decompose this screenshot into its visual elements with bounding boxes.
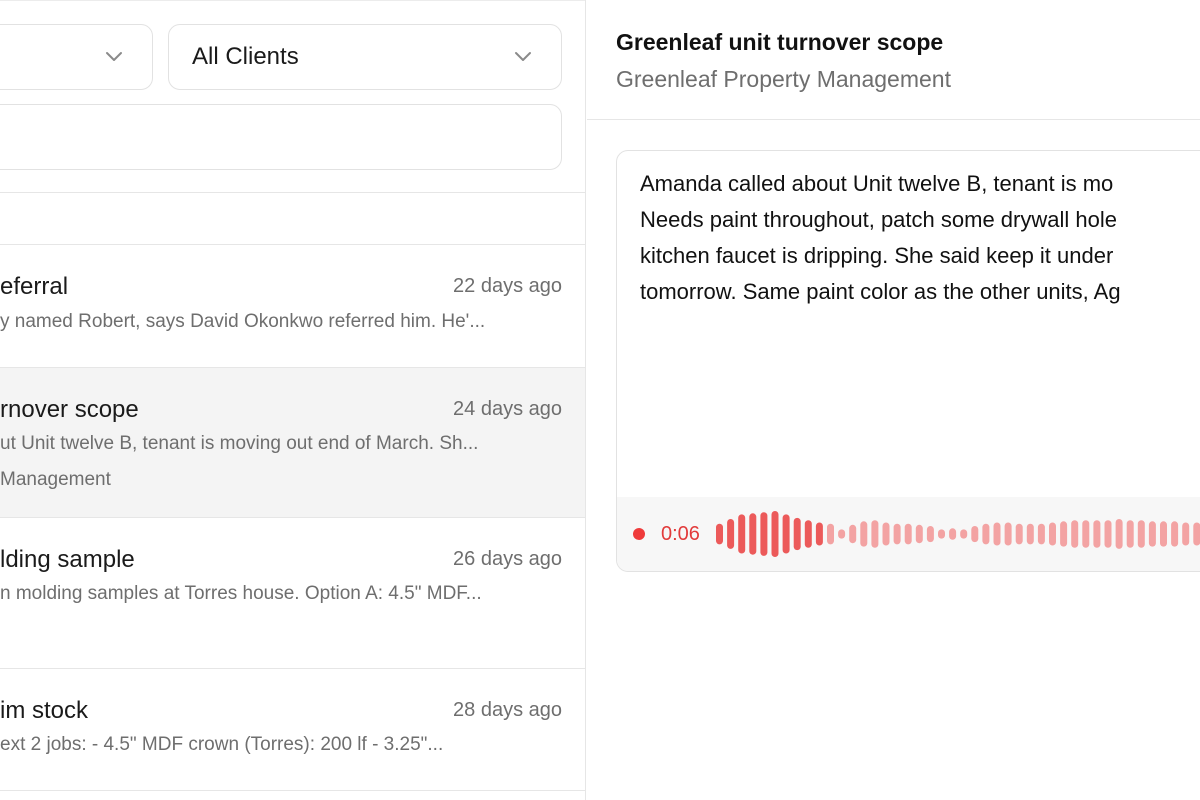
waveform-bar xyxy=(1048,522,1056,546)
filter-select[interactable] xyxy=(0,24,153,90)
note-body-card[interactable]: Amanda called about Unit twelve B, tenan… xyxy=(616,150,1200,572)
recording-dot-icon xyxy=(633,528,645,540)
waveform-bar xyxy=(749,513,757,555)
note-body-line: tomorrow. Same paint color as the other … xyxy=(640,279,1121,304)
note-item-title: rnover scope xyxy=(0,396,139,423)
waveform-bar xyxy=(1126,520,1134,548)
waveform-bar xyxy=(1093,520,1101,548)
waveform-bar xyxy=(1182,522,1190,546)
waveform-bar xyxy=(1115,519,1123,549)
note-detail-pane: Greenleaf unit turnover scope Greenleaf … xyxy=(587,0,1200,800)
waveform-bar xyxy=(1193,522,1200,546)
note-body-line: Needs paint throughout, patch some drywa… xyxy=(640,207,1117,232)
note-item-title: eferral xyxy=(0,273,69,300)
waveform-bar xyxy=(993,522,1001,546)
note-item-preview: ext 2 jobs: - 4.5" MDF crown (Torres): 2… xyxy=(0,734,444,755)
waveform-bar xyxy=(960,529,968,539)
note-item-title: lding sample xyxy=(0,546,135,573)
waveform-bar xyxy=(738,514,746,554)
note-item-preview: ut Unit twelve B, tenant is moving out e… xyxy=(0,433,479,454)
waveform-bar xyxy=(782,514,790,554)
note-client-name: Greenleaf Property Management xyxy=(616,66,951,92)
waveform-bar xyxy=(771,511,779,557)
waveform-bar xyxy=(982,523,990,545)
waveform-bar xyxy=(815,522,823,546)
waveform-bar xyxy=(838,529,846,539)
waveform-bar xyxy=(1148,521,1156,547)
list-divider xyxy=(0,790,585,791)
waveform-bar xyxy=(1015,523,1023,545)
waveform-bar xyxy=(715,523,723,545)
recording-elapsed-time: 0:06 xyxy=(660,522,700,545)
note-item-date: 28 days ago xyxy=(453,699,562,721)
search-field[interactable] xyxy=(0,104,562,170)
waveform-bar xyxy=(1159,521,1167,547)
waveform-bar xyxy=(1082,520,1090,548)
waveform-bar xyxy=(949,528,957,540)
waveform-bar xyxy=(871,520,879,548)
waveform-bar xyxy=(937,529,945,539)
note-item-date: 26 days ago xyxy=(453,548,562,570)
note-list-item[interactable]: im stock 28 days ago ext 2 jobs: - 4.5" … xyxy=(0,669,585,800)
note-body-line: kitchen faucet is dripping. She said kee… xyxy=(640,243,1114,268)
search-input[interactable] xyxy=(0,105,561,169)
waveform-bar xyxy=(971,526,979,543)
note-list-item[interactable]: eferral 22 days ago y named Robert, says… xyxy=(0,245,585,367)
waveform-bar xyxy=(793,517,801,551)
waveform-bar xyxy=(826,523,834,545)
waveform-bar xyxy=(804,520,812,548)
waveform-bar xyxy=(904,523,912,545)
note-item-preview: n molding samples at Torres house. Optio… xyxy=(0,583,482,604)
waveform-bar xyxy=(1071,520,1079,548)
waveform-bar xyxy=(727,519,735,549)
waveform-bar xyxy=(1137,520,1145,548)
filters-divider xyxy=(0,192,585,193)
chevron-down-icon xyxy=(513,49,533,63)
note-item-preview: y named Robert, says David Okonkwo refer… xyxy=(0,311,486,332)
waveform-bar xyxy=(893,523,901,545)
note-item-client: Management xyxy=(0,469,111,490)
note-item-date: 22 days ago xyxy=(453,275,562,297)
audio-recording-bar[interactable]: 0:06 xyxy=(617,497,1200,571)
waveform-bar xyxy=(926,526,934,543)
client-filter-select[interactable]: All Clients xyxy=(168,24,562,90)
audio-waveform xyxy=(715,511,1200,557)
client-filter-value: All Clients xyxy=(192,43,299,70)
waveform-bar xyxy=(915,524,923,544)
note-body-line: Amanda called about Unit twelve B, tenan… xyxy=(640,171,1114,196)
note-title: Greenleaf unit turnover scope xyxy=(616,29,944,55)
waveform-bar xyxy=(760,512,768,556)
waveform-bar xyxy=(882,522,890,546)
notes-list-pane: All Clients eferral 22 days ago y named … xyxy=(0,0,586,800)
waveform-bar xyxy=(1026,523,1034,545)
note-item-date: 24 days ago xyxy=(453,398,562,420)
note-item-title: im stock xyxy=(0,697,89,724)
detail-header-divider xyxy=(587,119,1200,120)
waveform-bar xyxy=(1004,522,1012,546)
top-border xyxy=(0,0,585,1)
waveform-bar xyxy=(1037,523,1045,545)
chevron-down-icon xyxy=(104,49,124,63)
waveform-bar xyxy=(1104,520,1112,548)
note-list-item[interactable]: lding sample 26 days ago n molding sampl… xyxy=(0,518,585,668)
waveform-bar xyxy=(1060,521,1068,547)
waveform-bar xyxy=(1171,521,1179,547)
waveform-bar xyxy=(849,524,857,544)
waveform-bar xyxy=(860,521,868,547)
note-list-item-selected[interactable]: rnover scope 24 days ago ut Unit twelve … xyxy=(0,368,585,517)
